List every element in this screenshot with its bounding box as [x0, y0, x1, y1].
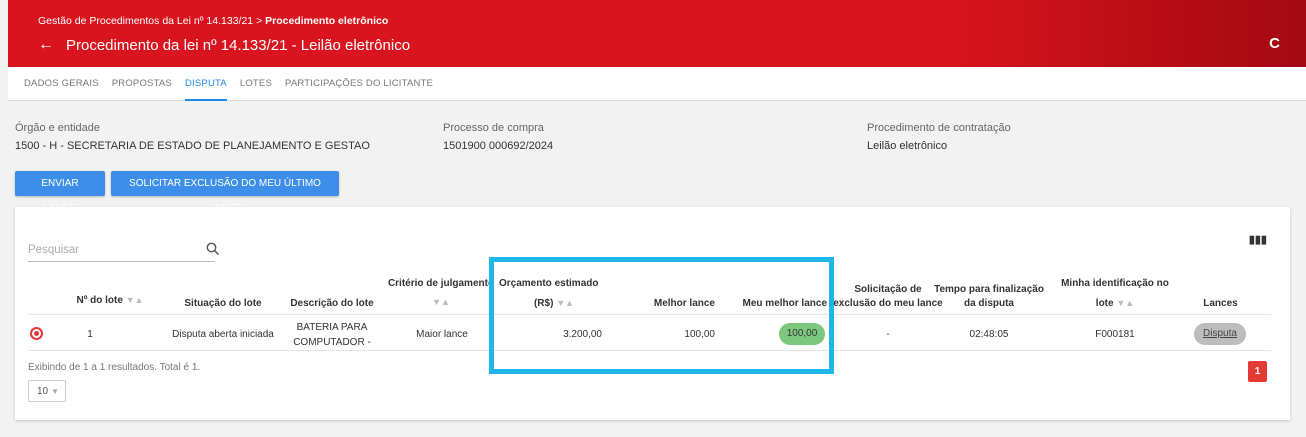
search-icon[interactable] [206, 242, 220, 256]
cell-descricao: BATERIA PARA COMPUTADOR - [293, 322, 371, 348]
tab-lotes[interactable]: LOTES [240, 67, 272, 101]
cell-situacao: Disputa aberta iniciada [172, 329, 274, 340]
breadcrumb-prefix[interactable]: Gestão de Procedimentos da Lei nº 14.133… [38, 15, 265, 27]
procedimento-info: Procedimento de contratação Leilão eletr… [867, 122, 1011, 152]
page-1-button[interactable]: 1 [1248, 361, 1267, 382]
cell-lote: 1 [87, 329, 93, 340]
procedimento-label: Procedimento de contratação [867, 122, 1011, 134]
cell-orcamento: 3.200,00 [563, 329, 602, 340]
header-criterio[interactable]: Critério de julgamento ▼▲ [387, 277, 495, 309]
header-minha-id[interactable]: Minha identificação no lote ▼▲ [1055, 277, 1175, 311]
solicitar-exclusao-button[interactable]: SOLICITAR EXCLUSÃO DO MEU ÚLTIMO LANCE [111, 171, 339, 214]
lotes-table-card: ▮▮▮ Nº do lote ▼▲ Situação do lote Descr… [15, 207, 1290, 420]
procedimento-value: Leilão eletrônico [867, 140, 948, 152]
back-arrow-icon[interactable]: ← [38, 36, 54, 54]
enviar-lance-button[interactable]: ENVIAR LANCE [15, 171, 105, 214]
columns-icon[interactable]: ▮▮▮ [1249, 233, 1267, 246]
row-select-radio[interactable] [30, 327, 43, 340]
sort-icon: ▼▲ [432, 297, 450, 307]
cell-minha-id: F000181 [1095, 329, 1135, 340]
header-melhor-lance[interactable]: Melhor lance [625, 297, 715, 311]
tab-bar: DADOS GERAIS PROPOSTAS DISPUTA LOTES PAR… [8, 67, 1306, 101]
search-input[interactable] [28, 244, 178, 256]
header-orcamento[interactable]: Orçamento estimado (R$) ▼▲ [499, 277, 609, 311]
sort-icon: ▼▲ [1116, 298, 1135, 308]
header-lote[interactable]: Nº do lote ▼▲ [70, 293, 150, 308]
processo-value: 1501900 000692/2024 [443, 140, 554, 152]
refresh-icon[interactable]: C [1269, 35, 1280, 52]
processo-info: Processo de compra 1501900 000692/2024 [443, 122, 553, 152]
orgao-info: Órgão e entidade 1500 - H - SECRETARIA D… [15, 122, 370, 152]
header-situacao[interactable]: Situação do lote [173, 297, 273, 311]
cell-melhor-lance: 100,00 [684, 329, 715, 340]
orgao-label: Órgão e entidade [15, 122, 101, 134]
sort-icon: ▼▲ [556, 298, 575, 308]
breadcrumb-current: Procedimento eletrônico [265, 15, 389, 27]
search-box [28, 242, 220, 262]
breadcrumb: Gestão de Procedimentos da Lei nº 14.133… [38, 15, 388, 27]
cell-tempo: 02:48:05 [969, 329, 1009, 340]
row-divider [28, 350, 1271, 351]
orgao-value: 1500 - H - SECRETARIA DE ESTADO DE PLANE… [15, 140, 370, 152]
tab-propostas[interactable]: PROPOSTAS [112, 67, 172, 101]
header-divider [28, 314, 1271, 315]
page-header: Gestão de Procedimentos da Lei nº 14.133… [8, 0, 1306, 67]
header-meu-melhor-lance[interactable]: Meu melhor lance [727, 297, 827, 311]
page-size-select[interactable]: 10 ▼ [28, 380, 66, 402]
cell-meu-melhor-lance: 100,00 [779, 323, 825, 345]
chevron-down-icon: ▼ [51, 387, 60, 396]
processo-label: Processo de compra [443, 122, 544, 134]
title-row: ← Procedimento da lei nº 14.133/21 - Lei… [38, 36, 410, 54]
header-descricao[interactable]: Descrição do lote [282, 297, 382, 311]
results-summary: Exibindo de 1 a 1 resultados. Total é 1. [28, 362, 201, 373]
disputa-button[interactable]: Disputa [1194, 323, 1246, 345]
header-tempo[interactable]: Tempo para finalização da disputa [927, 283, 1051, 311]
sort-icon: ▼▲ [125, 295, 144, 305]
header-lances[interactable]: Lances [1193, 297, 1248, 311]
page-title: Procedimento da lei nº 14.133/21 - Leilã… [66, 36, 411, 54]
cell-solicitacao: - [886, 329, 890, 340]
tab-participacoes[interactable]: PARTICIPAÇÕES DO LICITANTE [285, 67, 433, 101]
tab-disputa[interactable]: DISPUTA [184, 67, 227, 101]
cell-criterio: Maior lance [416, 329, 468, 340]
tab-dados-gerais[interactable]: DADOS GERAIS [24, 67, 99, 101]
